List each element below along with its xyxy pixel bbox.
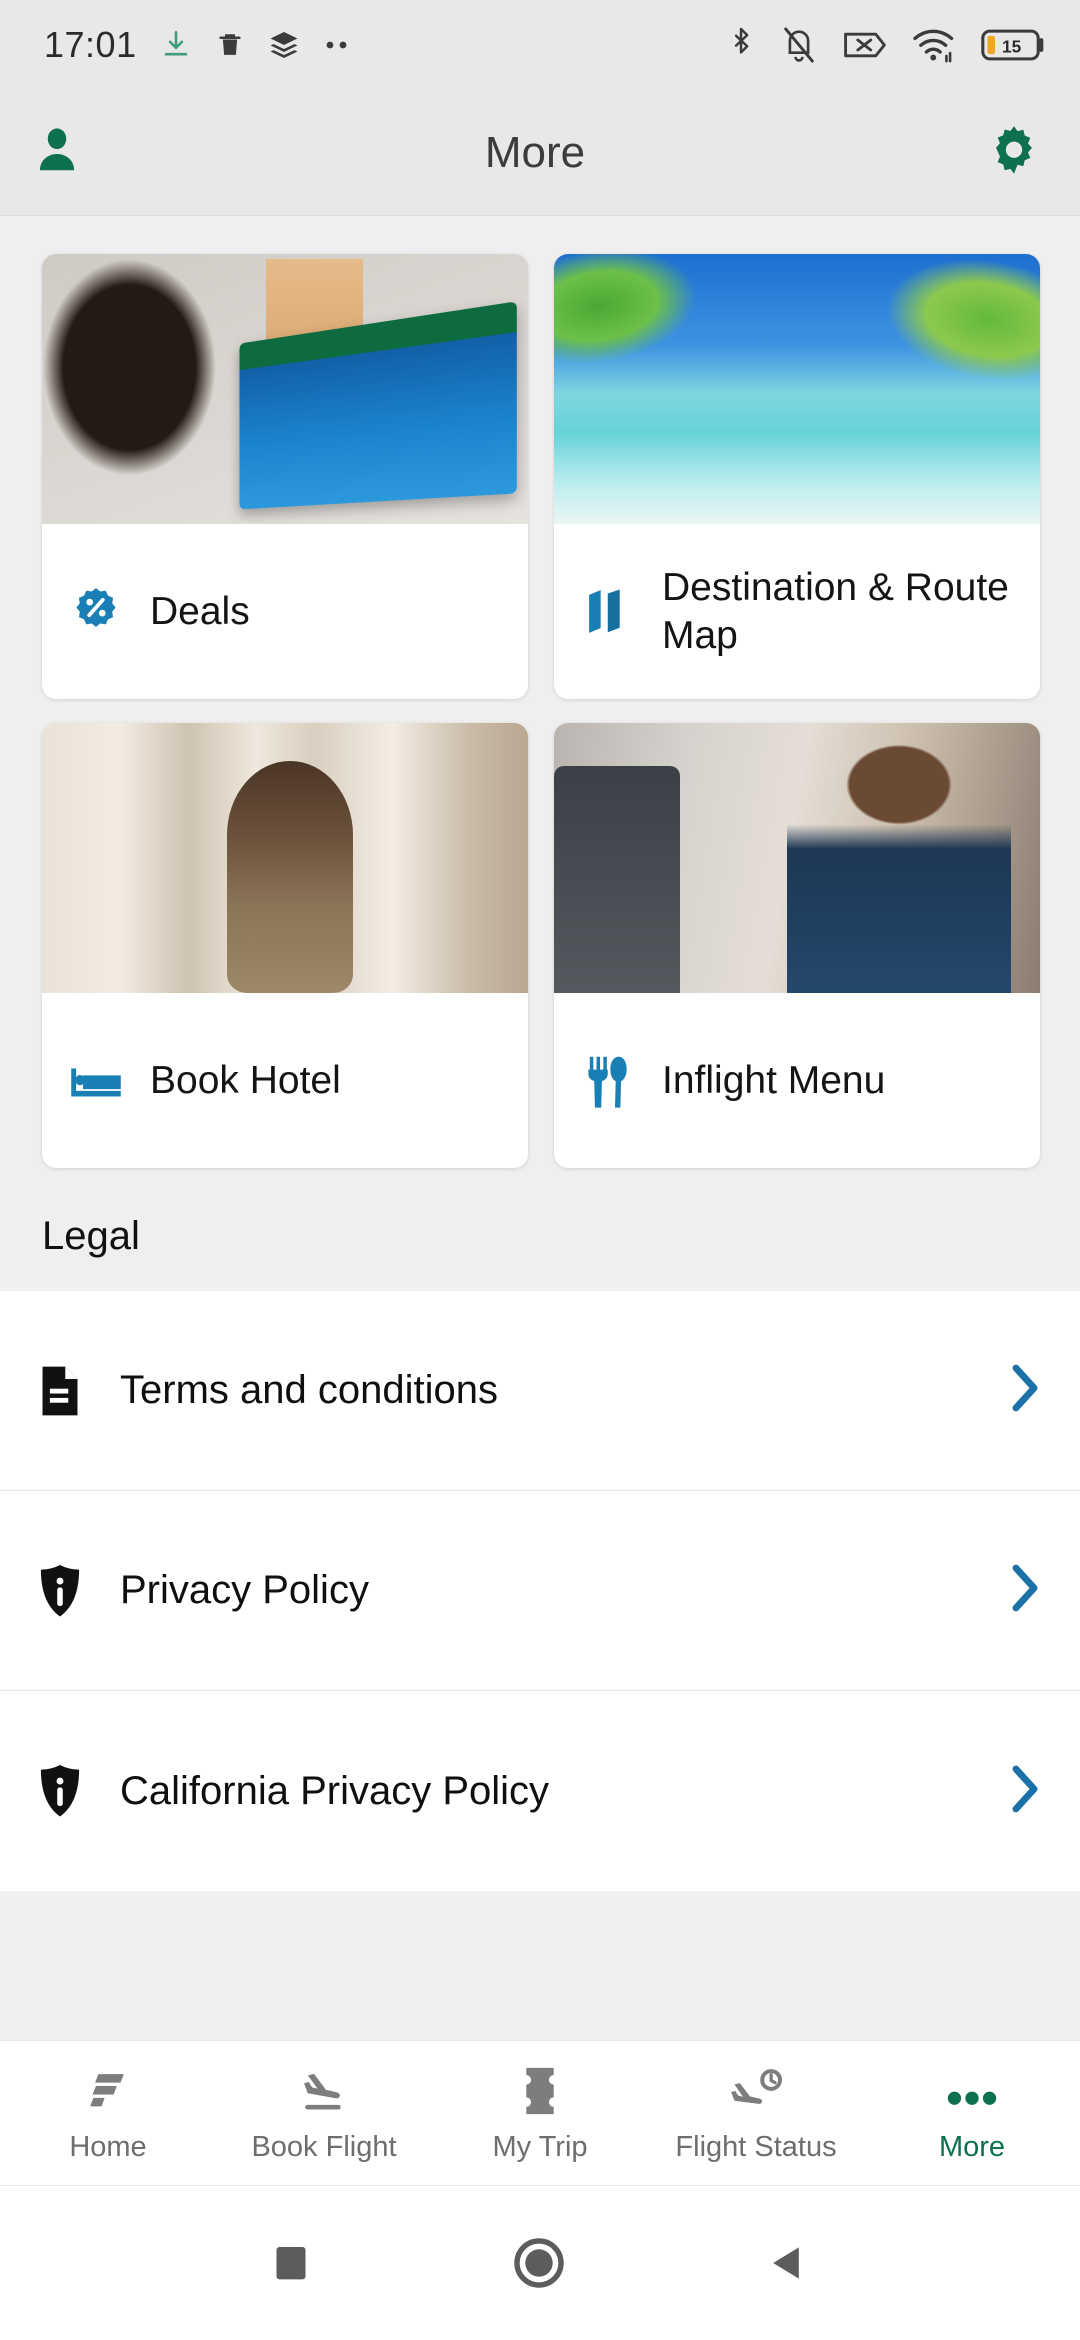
ticket-icon [521,2063,559,2117]
folded-map-icon [580,585,636,639]
layers-icon [270,31,298,59]
profile-button[interactable] [30,123,84,182]
nav-label-home: Home [69,2130,147,2163]
card-destination-route-map[interactable]: Destination & Route Map [554,254,1040,699]
card-image-destination-route-map [554,254,1040,524]
shield-info-icon [34,1562,86,1620]
shield-info-icon [34,1762,86,1820]
nav-item-book-flight[interactable]: Book Flight [216,2063,432,2164]
legal-label-privacy-policy: Privacy Policy [120,1568,369,1612]
legal-row-terms-and-conditions[interactable]: Terms and conditions [0,1291,1080,1491]
nav-label-flight-status: Flight Status [675,2130,837,2163]
notifications-muted-icon [784,27,814,63]
card-label-destination-route-map: Destination & Route Map [662,565,1009,657]
android-navigation-bar [0,2186,1080,2340]
main-content: Deals Destination & Route Map Book Hotel… [0,216,1080,2109]
card-label-inflight-menu: Inflight Menu [662,1058,886,1102]
legal-label-terms-and-conditions: Terms and conditions [120,1368,498,1412]
recents-square-icon[interactable] [270,2242,312,2284]
home-circle-icon[interactable] [512,2236,566,2290]
app-bar: More [0,90,1080,216]
card-body-inflight-menu: Inflight Menu [554,993,1040,1168]
plane-landing-icon [296,2063,352,2117]
card-inflight-menu[interactable]: Inflight Menu [554,723,1040,1168]
card-label-deals: Deals [150,589,250,633]
download-icon [164,30,187,56]
gear-icon [996,126,1032,174]
legal-list: Terms and conditions Privacy Policy Cali… [0,1291,1080,1891]
nav-label-book-flight: Book Flight [251,2130,397,2163]
nav-item-more[interactable]: More [864,2063,1080,2164]
chevron-right-icon [1008,1563,1042,1618]
ellipsis-icon [941,2063,1003,2117]
card-image-deals [42,254,528,524]
status-bar: 17:01 15 [0,0,1080,90]
nav-item-flight-status[interactable]: Flight Status [648,2063,864,2164]
sim-card-missing-icon [844,32,886,58]
card-body-destination-route-map: Destination & Route Map [554,524,1040,699]
settings-button[interactable] [986,122,1042,183]
status-bar-left: 17:01 [44,24,357,66]
bed-icon [68,1058,124,1104]
bluetooth-icon [734,27,749,54]
back-triangle-icon[interactable] [766,2241,810,2285]
card-label-book-hotel: Book Hotel [150,1058,341,1102]
card-deals[interactable]: Deals [42,254,528,699]
legal-label-california-privacy-policy: California Privacy Policy [120,1768,550,1813]
wifi-icon [913,29,954,63]
card-book-hotel[interactable]: Book Hotel [42,723,528,1168]
status-bar-right: 15 [726,24,1046,66]
feature-card-grid: Deals Destination & Route Map Book Hotel… [0,216,1080,1168]
plane-clock-icon [727,2063,785,2117]
battery-icon: 15 [981,29,1044,61]
bottom-navigation-bar: Home Book Flight My Trip Flight Status M… [0,2040,1080,2186]
legal-row-privacy-policy[interactable]: Privacy Policy [0,1491,1080,1691]
more-dots-icon [326,41,346,49]
phone-screen: 17:01 15 More Deals Destination & Route … [0,0,1080,2340]
battery-percent-label: 15 [1002,36,1022,56]
document-icon [34,1363,86,1419]
frontier-f-logo-icon [83,2063,133,2117]
discount-badge-icon [68,585,124,639]
trash-icon [218,34,241,55]
card-body-deals: Deals [42,524,528,699]
person-icon [39,128,75,171]
nav-item-my-trip[interactable]: My Trip [432,2063,648,2164]
nav-label-my-trip: My Trip [492,2130,588,2163]
status-bar-clock: 17:01 [44,24,137,65]
page-title: More [484,127,586,177]
legal-row-california-privacy-policy[interactable]: California Privacy Policy [0,1691,1080,1891]
legal-section-heading: Legal [0,1168,1080,1291]
card-image-inflight-menu [554,723,1040,993]
card-body-book-hotel: Book Hotel [42,993,528,1168]
chevron-right-icon [1008,1764,1042,1819]
nav-item-home[interactable]: Home [0,2063,216,2164]
card-image-book-hotel [42,723,528,993]
fork-knife-icon [580,1053,636,1109]
chevron-right-icon [1008,1363,1042,1418]
nav-label-more: More [938,2130,1006,2163]
